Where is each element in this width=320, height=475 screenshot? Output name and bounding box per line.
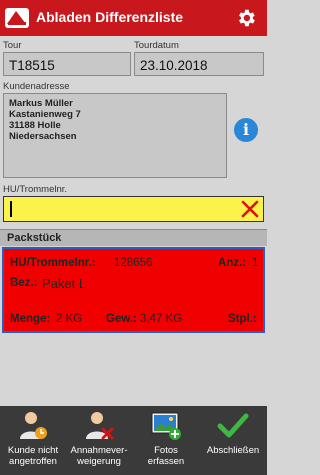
toolbar-label-line2: angetroffen — [9, 456, 57, 467]
address-line: Markus Müller — [9, 98, 73, 109]
toolbar-label-line1: Abschließen — [206, 445, 260, 456]
hu-label: HU/Trommelnr.: — [10, 257, 96, 269]
page-title: Abladen Differenzliste — [36, 9, 184, 25]
toolbar-label-line1: Annahmever- — [70, 445, 128, 456]
app-logo-icon — [5, 8, 29, 28]
hu-input[interactable] — [3, 196, 264, 222]
stpl-label: Stpl.: — [228, 313, 257, 325]
toolbar-label-line1: Kunde nicht — [7, 445, 59, 456]
person-clock-icon — [20, 412, 47, 439]
annahmeverweigerung-button[interactable]: Annahmever- weigerung — [66, 406, 132, 475]
tour-field: T18515 — [3, 52, 131, 76]
kundenadresse-label: Kundenadresse — [3, 81, 70, 92]
anz-value: 1 — [252, 257, 259, 269]
photo-add-icon — [151, 412, 181, 440]
address-line: Niedersachsen — [9, 131, 77, 142]
anz-label: Anz.: — [218, 257, 247, 269]
address-line: 31188 Holle — [9, 120, 61, 131]
app-bar: Abladen Differenzliste — [0, 0, 267, 36]
bez-label: Bez.: — [10, 277, 38, 289]
fotos-erfassen-button[interactable]: Fotos erfassen — [133, 406, 199, 475]
menge-value: 2 KG — [56, 313, 83, 325]
kunde-nicht-angetroffen-button[interactable]: Kunde nicht angetroffen — [0, 406, 66, 475]
toolbar-label-line2: erfassen — [147, 456, 185, 467]
section-header-packstueck: Packstück — [0, 229, 267, 246]
hu-value: 128656 — [114, 257, 153, 269]
clear-icon[interactable] — [240, 199, 260, 219]
text-cursor — [10, 201, 12, 217]
packstueck-card[interactable]: HU/Trommelnr.: 128656 Anz.: 1 Bez.: Pake… — [2, 247, 265, 333]
toolbar-label-line1: Fotos — [154, 445, 178, 456]
abschliessen-button[interactable]: Abschließen — [200, 406, 266, 475]
bez-value: Paket L — [42, 276, 87, 291]
gew-value: 3,47 KG — [140, 313, 183, 325]
person-reject-icon — [86, 412, 114, 440]
info-icon[interactable]: i — [234, 118, 258, 142]
gew-label: Gew.: — [106, 313, 137, 325]
checkmark-icon — [217, 413, 249, 438]
gear-icon[interactable] — [235, 7, 257, 29]
tourdatum-field: 23.10.2018 — [134, 52, 264, 76]
tourdatum-label: Tourdatum — [134, 40, 179, 51]
address-line: Kastanienweg 7 — [9, 109, 81, 120]
bottom-toolbar: Kunde nicht angetroffen Annahmever- weig… — [0, 406, 267, 475]
tour-label: Tour — [3, 40, 22, 51]
kundenadresse-field: Markus Müller Kastanienweg 7 31188 Holle… — [3, 93, 227, 178]
menge-label: Menge: — [10, 313, 51, 325]
hu-input-label: HU/Trommelnr. — [3, 184, 68, 195]
toolbar-label-line2: weigerung — [77, 456, 121, 467]
